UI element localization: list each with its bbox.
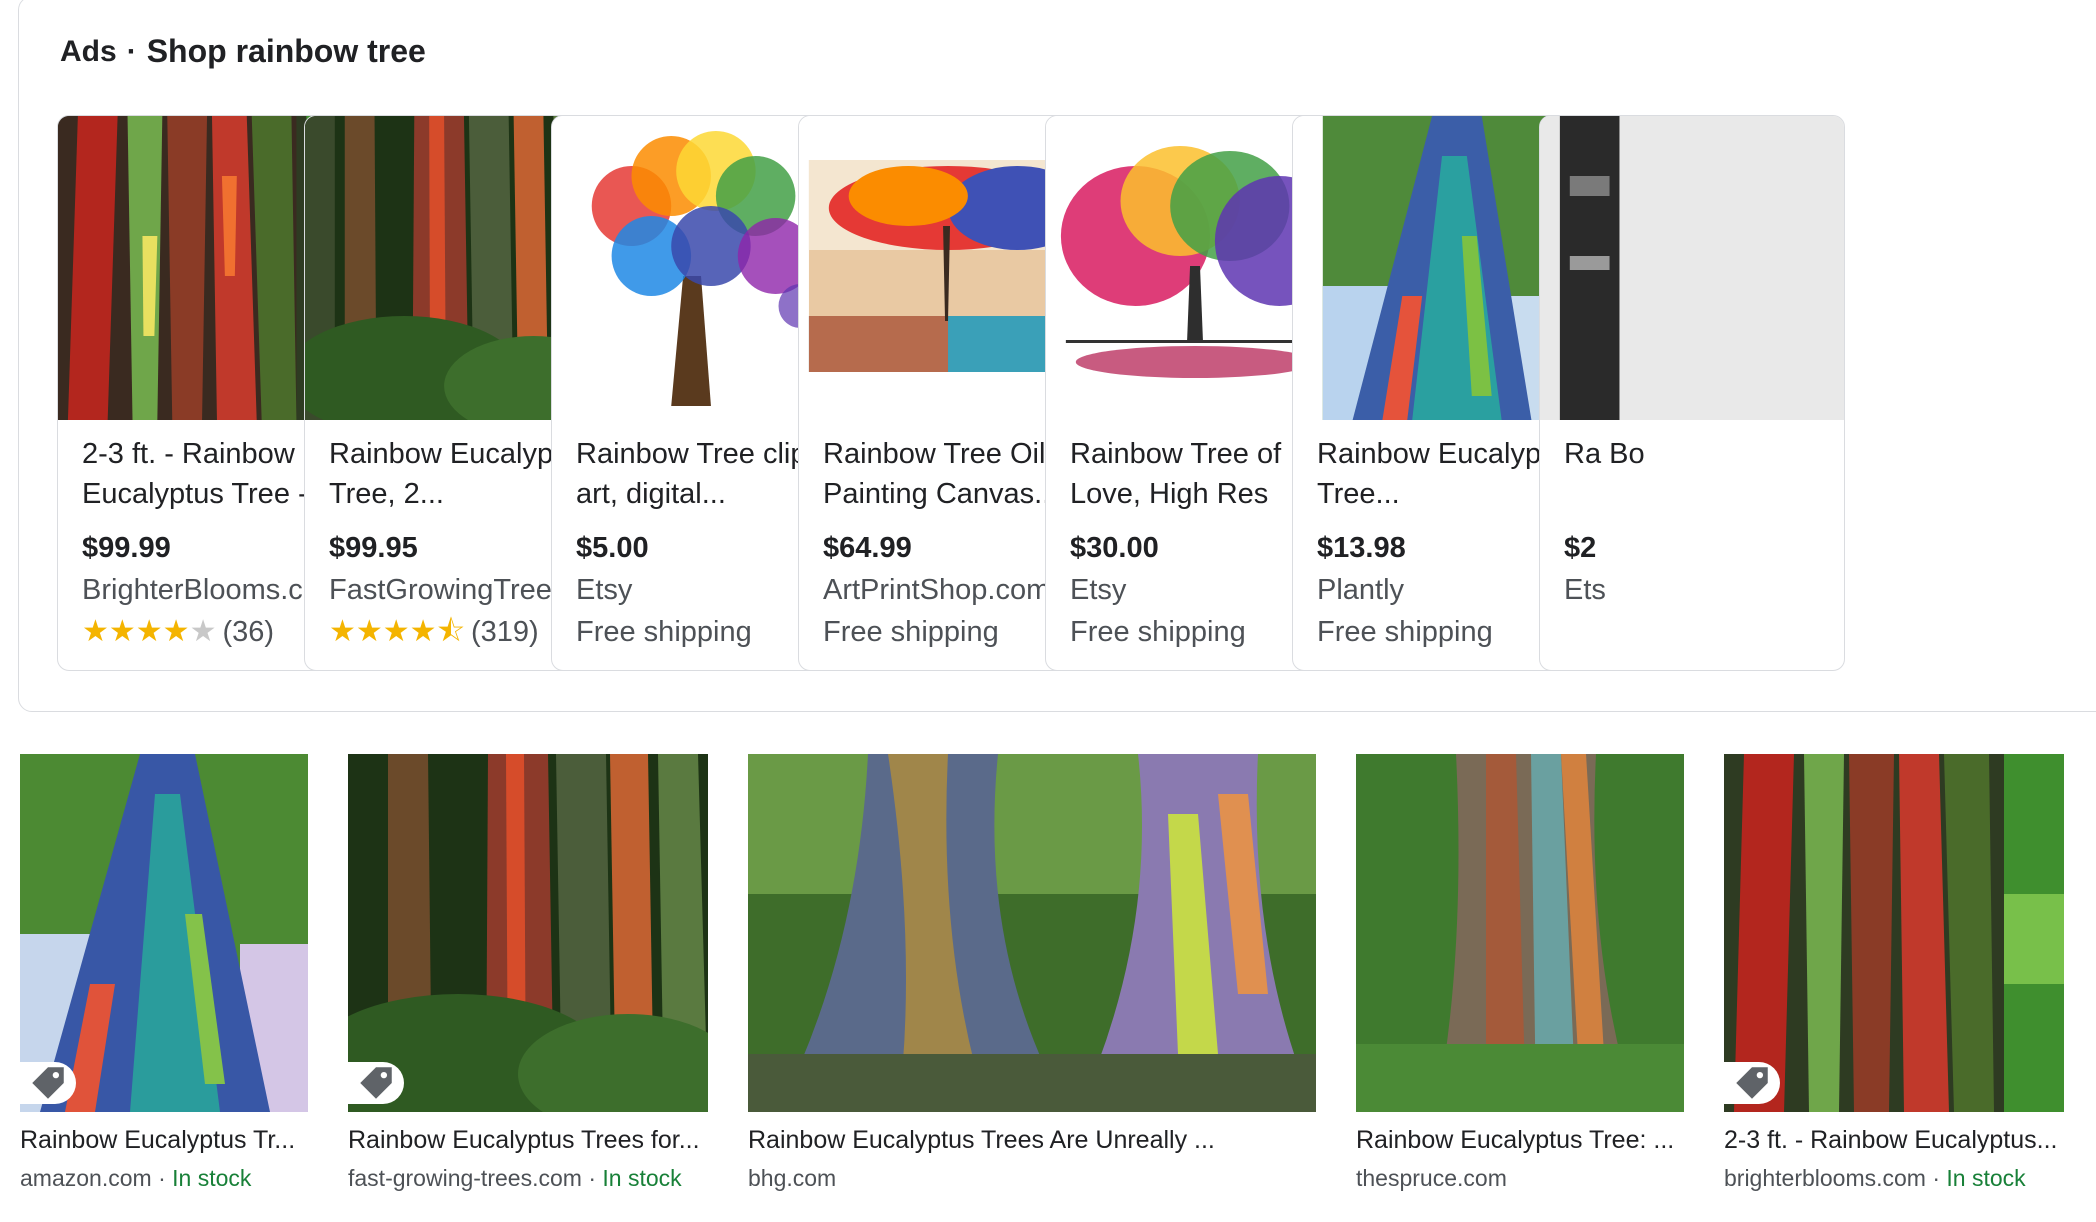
source-domain: fast-growing-trees.com <box>348 1165 582 1191</box>
result-title: Rainbow Eucalyptus Tree: ... <box>1356 1126 1675 1154</box>
result-image <box>748 754 1316 1112</box>
source-domain: brighterblooms.com <box>1724 1165 1926 1191</box>
result-source: fast-growing-trees.com · In stock <box>348 1165 708 1192</box>
image-result[interactable]: Rainbow Eucalyptus Tree: ... thespruce.c… <box>1356 754 1684 1192</box>
stock-status: In stock <box>1946 1165 2026 1191</box>
result-source: amazon.com · In stock <box>20 1165 308 1192</box>
product-card[interactable]: Ra Bo $2 Ets <box>1539 115 1845 671</box>
source-domain: thespruce.com <box>1356 1165 1507 1191</box>
tag-icon <box>20 1062 76 1104</box>
result-source: bhg.com <box>748 1165 1316 1192</box>
meta-separator: · <box>588 1165 596 1191</box>
result-image <box>1724 754 2064 1112</box>
review-count: (319) <box>471 616 539 648</box>
meta-separator: · <box>1932 1165 1941 1191</box>
ads-label: Ads <box>60 34 117 68</box>
result-title: 2-3 ft. - Rainbow Eucalyptus... <box>1724 1126 2058 1154</box>
shopping-ads-panel: Ads · Shop rainbow tree 2-3 ft. - Rainbo… <box>18 0 2096 712</box>
image-result[interactable]: 2-3 ft. - Rainbow Eucalyptus... brighter… <box>1724 754 2064 1192</box>
star-rating-icon: ★★★★⯪ <box>329 615 465 648</box>
result-title: Rainbow Eucalyptus Trees for... <box>348 1126 700 1154</box>
tag-icon <box>348 1062 404 1104</box>
result-image <box>20 754 308 1112</box>
product-image <box>1540 116 1844 420</box>
result-source: thespruce.com <box>1356 1165 1684 1192</box>
star-rating-icon: ★★★★★ <box>82 615 217 648</box>
meta-separator: · <box>158 1165 166 1191</box>
source-domain: amazon.com <box>20 1165 152 1191</box>
image-result[interactable]: Rainbow Eucalyptus Tr... amazon.com · In… <box>20 754 308 1192</box>
ads-title: Shop rainbow tree <box>146 33 426 69</box>
result-title: Rainbow Eucalyptus Tr... <box>20 1126 296 1154</box>
result-source: brighterblooms.com · In stock <box>1724 1165 2064 1192</box>
result-title: Rainbow Eucalyptus Trees Are Unreally ..… <box>748 1126 1215 1154</box>
ads-header: Ads · Shop rainbow tree <box>60 33 426 70</box>
review-count: (36) <box>222 616 275 648</box>
ads-separator: · <box>126 34 137 68</box>
product-title: Ra Bo <box>1564 438 1645 470</box>
stock-status: In stock <box>602 1165 682 1191</box>
source-domain: bhg.com <box>748 1165 837 1191</box>
tag-icon <box>1724 1062 1780 1104</box>
product-price: $2 <box>1564 532 1597 564</box>
image-result[interactable]: Rainbow Eucalyptus Trees for... fast-gro… <box>348 754 708 1192</box>
stock-status: In stock <box>172 1165 252 1191</box>
result-image <box>348 754 708 1112</box>
product-store: Ets <box>1564 574 1606 606</box>
result-image <box>1356 754 1684 1112</box>
image-result[interactable]: Rainbow Eucalyptus Trees Are Unreally ..… <box>748 754 1316 1192</box>
